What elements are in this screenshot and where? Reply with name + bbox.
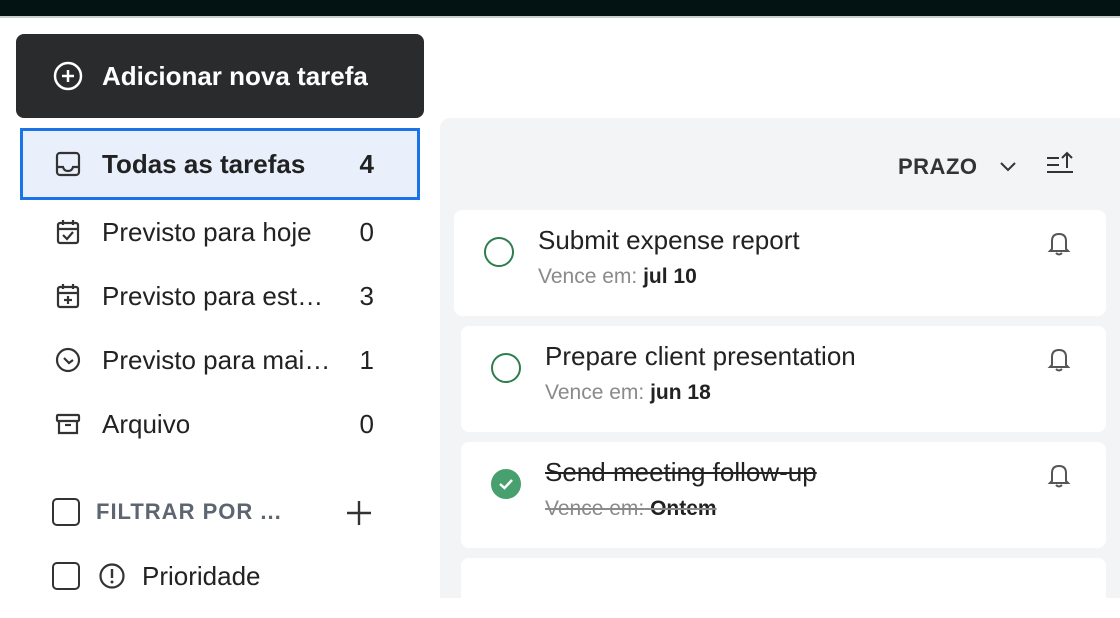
task-list-panel: PRAZO Submit expense report Vence em: ju… bbox=[440, 118, 1120, 618]
sidebar-item-all-tasks[interactable]: Todas as tarefas 4 bbox=[20, 128, 420, 200]
sidebar-item-label: Previsto para hoje bbox=[102, 216, 312, 247]
checkmark-icon bbox=[499, 479, 513, 490]
filter-label: FILTRAR POR ... bbox=[96, 499, 282, 524]
bell-icon[interactable] bbox=[1044, 344, 1074, 374]
sidebar-item-archive[interactable]: Arquivo 0 bbox=[20, 392, 420, 456]
add-filter-icon[interactable] bbox=[344, 498, 374, 528]
task-card[interactable]: Send meeting follow-up Vence em: Ontem bbox=[461, 442, 1106, 548]
add-new-task-button[interactable]: Adicionar nova tarefa bbox=[16, 34, 424, 118]
filter-checkbox[interactable] bbox=[52, 498, 80, 526]
task-due-date: Vence em: Ontem bbox=[545, 497, 717, 520]
clock-icon bbox=[52, 344, 84, 376]
sidebar-item-due-today[interactable]: Previsto para hoje 0 bbox=[20, 200, 420, 264]
add-new-task-label: Adicionar nova tarefa bbox=[102, 60, 368, 91]
task-card[interactable]: Prepare client presentation Vence em: ju… bbox=[461, 326, 1106, 432]
task-complete-checkbox[interactable] bbox=[484, 237, 514, 267]
sidebar-item-due-this-week[interactable]: Previsto para esta semana 3 bbox=[20, 264, 420, 328]
sidebar-item-label: Previsto para mais tarde bbox=[102, 344, 334, 375]
sidebar-item-count: 0 bbox=[359, 408, 374, 439]
plus-circle-icon bbox=[52, 60, 84, 92]
priority-filter-row: Prioridade bbox=[52, 556, 392, 596]
task-complete-checkbox[interactable] bbox=[491, 353, 521, 383]
sidebar-item-count: 4 bbox=[359, 148, 374, 179]
sidebar-item-count: 0 bbox=[359, 216, 374, 247]
task-title: Prepare client presentation bbox=[545, 341, 856, 371]
archive-icon bbox=[52, 408, 84, 440]
task-due-date: Vence em: jun 18 bbox=[545, 381, 711, 404]
sort-field-label[interactable]: PRAZO bbox=[898, 154, 978, 180]
sort-direction-icon[interactable] bbox=[1044, 148, 1076, 180]
priority-label: Prioridade bbox=[142, 560, 261, 591]
priority-checkbox[interactable] bbox=[52, 562, 80, 590]
chevron-down-icon[interactable] bbox=[996, 154, 1020, 178]
calendar-plus-icon bbox=[52, 280, 84, 312]
sidebar-item-count: 1 bbox=[359, 344, 374, 375]
task-card[interactable]: Submit expense report Vence em: jul 10 bbox=[454, 210, 1106, 316]
inbox-icon bbox=[52, 148, 84, 180]
sidebar-item-count: 3 bbox=[359, 280, 374, 311]
alert-circle-icon bbox=[98, 562, 126, 590]
bell-icon[interactable] bbox=[1044, 460, 1074, 490]
sidebar-item-due-later[interactable]: Previsto para mais tarde 1 bbox=[20, 328, 420, 392]
task-complete-checkbox[interactable] bbox=[491, 469, 521, 499]
calendar-check-icon bbox=[52, 216, 84, 248]
bell-icon[interactable] bbox=[1044, 228, 1074, 258]
task-title: Submit expense report bbox=[538, 225, 800, 255]
filter-section: FILTRAR POR ... bbox=[52, 492, 392, 532]
window-top-bar bbox=[0, 0, 1120, 18]
task-due-date: Vence em: jul 10 bbox=[538, 265, 697, 288]
task-title: Send meeting follow-up bbox=[545, 457, 817, 487]
sidebar-item-label: Todas as tarefas bbox=[102, 148, 306, 179]
sidebar-item-label: Previsto para esta semana bbox=[102, 280, 334, 311]
sidebar-item-label: Arquivo bbox=[102, 408, 191, 439]
task-card-partial[interactable] bbox=[461, 558, 1106, 618]
sidebar-nav: Todas as tarefas 4 Previsto para hoje 0 … bbox=[20, 128, 420, 456]
